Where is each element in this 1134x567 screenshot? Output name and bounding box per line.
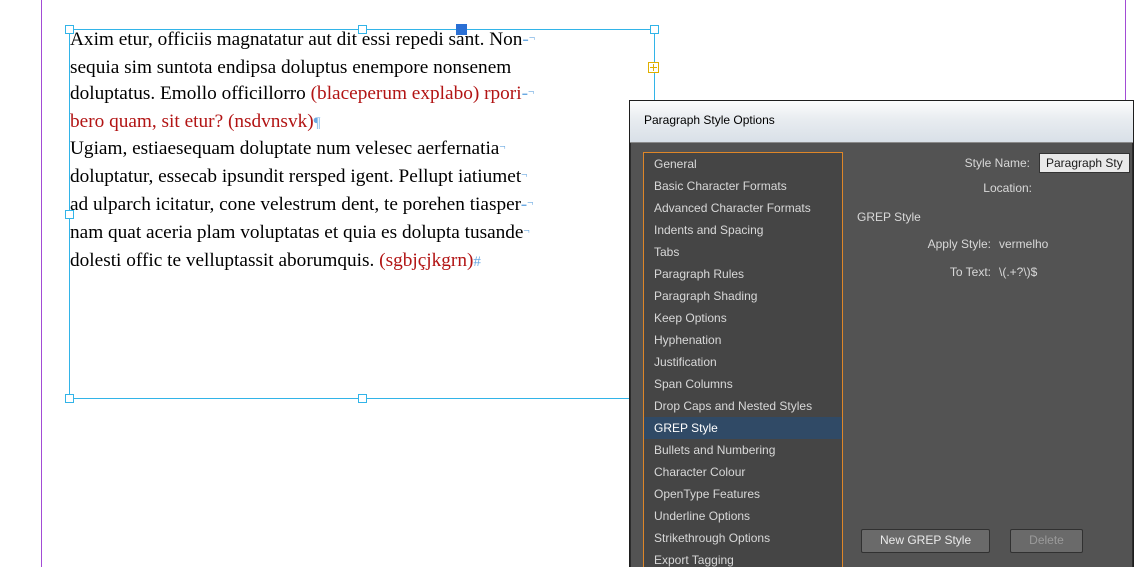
dialog-right-pane: Style Name: Paragraph Sty Location: GREP…	[843, 142, 1133, 567]
body-text: Ugiam, estiaesequam doluptate num velese…	[70, 138, 499, 159]
body-text: sequia sim suntota endipsa doluptus enem…	[70, 57, 511, 78]
paragraph-style-options-dialog: Paragraph Style Options GeneralBasic Cha…	[629, 100, 1134, 567]
category-item[interactable]: General	[644, 153, 842, 175]
grep-style-entry[interactable]: Apply Style: vermelho To Text: \(.+?\)$	[867, 234, 1133, 282]
apply-style-label: Apply Style:	[867, 237, 991, 251]
text-frame[interactable]: Axim etur, officiis magnatatur aut dit e…	[69, 29, 655, 399]
to-text-label: To Text:	[867, 265, 991, 279]
body-text: Axim etur, officiis magnatatur aut dit e…	[70, 29, 522, 50]
category-item[interactable]: GREP Style	[644, 417, 842, 439]
category-item[interactable]: Paragraph Rules	[644, 263, 842, 285]
location-label: Location:	[843, 181, 1032, 195]
category-sidebar: GeneralBasic Character FormatsAdvanced C…	[630, 142, 843, 567]
text-content[interactable]: Axim etur, officiis magnatatur aut dit e…	[70, 27, 654, 275]
category-item[interactable]: Export Tagging	[644, 549, 842, 567]
category-item[interactable]: Strikethrough Options	[644, 527, 842, 549]
resize-handle-bc[interactable]	[358, 394, 367, 403]
line-break-mark: ¬	[527, 190, 533, 216]
to-text-value[interactable]: \(.+?\)$	[999, 265, 1037, 279]
category-item[interactable]: Paragraph Shading	[644, 285, 842, 307]
category-item[interactable]: Drop Caps and Nested Styles	[644, 395, 842, 417]
body-text: doluptatur, essecab ipsundit rersped ige…	[70, 166, 521, 187]
category-item[interactable]: Keep Options	[644, 307, 842, 329]
body-text: ad ulparch icitatur, cone velestrum dent…	[70, 194, 521, 215]
grep-match-text: (sgbjçjkgrn)	[379, 250, 473, 271]
category-item[interactable]: Bullets and Numbering	[644, 439, 842, 461]
category-item[interactable]: Hyphenation	[644, 329, 842, 351]
category-item[interactable]: Indents and Spacing	[644, 219, 842, 241]
pilcrow-icon: ¶	[314, 115, 321, 131]
body-text: dolesti offic te velluptassit aborumquis…	[70, 250, 379, 271]
resize-handle-bl[interactable]	[65, 394, 74, 403]
line-break-mark: ¬	[528, 79, 534, 105]
style-name-field[interactable]: Paragraph Sty	[1039, 153, 1130, 173]
grep-match-text: (blaceperum explabo) rpori	[311, 83, 522, 104]
category-item[interactable]: Advanced Character Formats	[644, 197, 842, 219]
panel-title: GREP Style	[857, 210, 1133, 224]
line-break-mark: ¬	[529, 25, 535, 51]
category-item[interactable]: OpenType Features	[644, 483, 842, 505]
dialog-title: Paragraph Style Options	[644, 113, 775, 127]
line-break-mark: ¬	[524, 218, 530, 244]
line-break-mark: ¬	[499, 134, 505, 160]
category-item[interactable]: Justification	[644, 351, 842, 373]
dialog-title-bar[interactable]: Paragraph Style Options	[630, 101, 1133, 143]
grep-match-text: bero quam, sit etur? (nsdvnsvk)	[70, 111, 314, 132]
style-name-label: Style Name:	[843, 156, 1030, 170]
body-text: doluptatus. Emollo officillorro	[70, 83, 311, 104]
delete-button[interactable]: Delete	[1010, 529, 1083, 553]
body-text: nam quat aceria plam voluptatas et quia …	[70, 222, 524, 243]
end-of-story-icon: #	[473, 254, 481, 270]
category-item[interactable]: Span Columns	[644, 373, 842, 395]
new-grep-style-button[interactable]: New GREP Style	[861, 529, 990, 553]
category-item[interactable]: Tabs	[644, 241, 842, 263]
line-break-mark: ¬	[521, 162, 527, 188]
category-item[interactable]: Underline Options	[644, 505, 842, 527]
category-item[interactable]: Character Colour	[644, 461, 842, 483]
category-item[interactable]: Basic Character Formats	[644, 175, 842, 197]
apply-style-value[interactable]: vermelho	[999, 237, 1048, 251]
